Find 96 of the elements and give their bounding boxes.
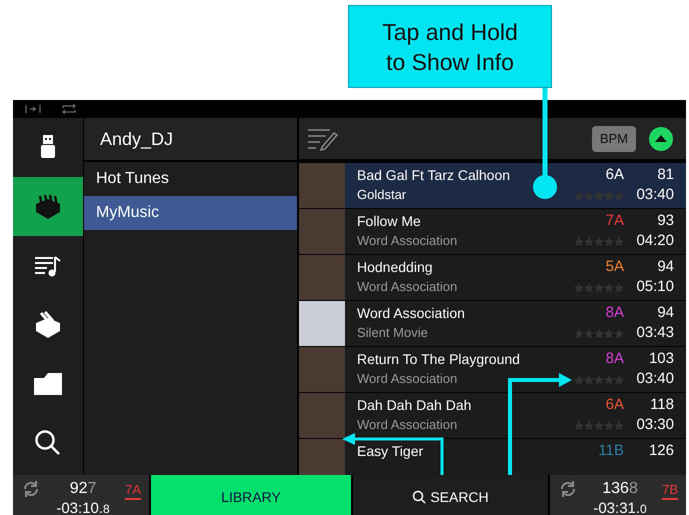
album-art xyxy=(299,255,345,300)
track-row[interactable]: Follow Me Word Association 7A 93 04:20 xyxy=(299,209,686,254)
track-title: Easy Tiger xyxy=(357,442,424,461)
track-bpm: 94 xyxy=(657,303,674,323)
track-bpm: 103 xyxy=(648,349,674,369)
track-artist: Word Association xyxy=(357,232,458,250)
album-art xyxy=(299,347,345,392)
star-icon xyxy=(574,375,584,385)
usb-drive-icon xyxy=(40,134,56,160)
library-tab[interactable]: LIBRARY xyxy=(151,475,351,515)
star-icon xyxy=(604,375,614,385)
star-icon xyxy=(574,237,584,247)
track-key: 5A xyxy=(606,257,624,277)
track-duration: 03:40 xyxy=(636,185,674,205)
album-art xyxy=(299,209,345,254)
track-key: 8A xyxy=(606,303,624,323)
star-icon xyxy=(594,329,604,339)
search-tab[interactable]: SEARCH xyxy=(353,475,548,515)
track-title: Bad Gal Ft Tarz Calhoon xyxy=(357,166,512,185)
star-icon xyxy=(594,283,604,293)
star-icon xyxy=(584,329,594,339)
repeat-icon xyxy=(61,104,77,114)
track-duration: 05:10 xyxy=(636,277,674,297)
track-row[interactable]: Dah Dah Dah Dah Word Association 6A 118 03:30 xyxy=(299,393,686,438)
track-bpm: 93 xyxy=(657,211,674,231)
star-icon xyxy=(574,329,584,339)
track-title: Follow Me xyxy=(357,212,422,231)
track-key: 6A xyxy=(606,395,624,415)
track-artist: Word Association xyxy=(357,416,458,434)
track-key: 6A xyxy=(606,165,624,185)
album-art xyxy=(299,393,345,438)
time-display: -03:10.8 xyxy=(56,499,110,515)
track-duration: 03:30 xyxy=(636,415,674,435)
panel-header: Andy_DJ xyxy=(84,118,297,162)
star-icon xyxy=(584,283,594,293)
star-icon xyxy=(604,237,614,247)
star-icon xyxy=(614,421,624,431)
callout-box: Tap and Hold to Show Info xyxy=(348,5,552,88)
track-row[interactable]: Easy Tiger 11B 126 xyxy=(299,439,686,475)
track-bpm: 94 xyxy=(657,257,674,277)
track-duration: 04:20 xyxy=(636,231,674,251)
track-artist: Silent Movie xyxy=(357,324,429,342)
search-icon xyxy=(34,428,62,456)
key-display: 7A xyxy=(125,482,141,500)
star-icon xyxy=(614,283,624,293)
status-icon xyxy=(25,105,41,113)
star-icon xyxy=(584,237,594,247)
star-icon xyxy=(594,421,604,431)
track-artist: Goldstar xyxy=(357,186,408,204)
star-icon xyxy=(614,237,624,247)
star-icon xyxy=(584,375,594,385)
folder-icon xyxy=(34,372,62,394)
star-icon xyxy=(594,237,604,247)
sync-icon xyxy=(558,479,578,499)
bpm-display: 927 xyxy=(70,479,96,499)
album-art xyxy=(299,301,345,346)
track-title: Hodnedding xyxy=(357,258,434,277)
track-title: Return To The Playground xyxy=(357,350,521,369)
track-row[interactable]: Word Association Silent Movie 8A 94 03:43 xyxy=(299,301,686,346)
sort-button[interactable]: BPM xyxy=(592,126,636,152)
track-title: Dah Dah Dah Dah xyxy=(357,396,472,415)
track-key: 11B xyxy=(598,441,624,461)
star-icon xyxy=(604,421,614,431)
sync-icon xyxy=(21,479,41,499)
track-bpm: 81 xyxy=(657,165,674,185)
star-icon xyxy=(574,421,584,431)
sort-ascending-icon[interactable] xyxy=(648,126,674,152)
bpm-display: 1368 xyxy=(602,479,638,499)
star-icon xyxy=(604,329,614,339)
track-bpm: 126 xyxy=(648,441,674,461)
star-icon xyxy=(604,283,614,293)
star-icon xyxy=(594,375,604,385)
edit-list-icon xyxy=(307,126,339,150)
track-key: 8A xyxy=(606,349,624,369)
star-icon xyxy=(614,329,624,339)
track-key: 7A xyxy=(606,211,624,231)
star-icon xyxy=(574,283,584,293)
track-artist: Word Association xyxy=(357,278,458,296)
star-icon xyxy=(584,421,594,431)
track-row[interactable]: Bad Gal Ft Tarz Calhoon Goldstar 6A 81 03:40 xyxy=(299,163,686,208)
key-display: 7B xyxy=(662,482,678,500)
track-title: Word Association xyxy=(357,304,466,323)
track-duration: 03:40 xyxy=(636,369,674,389)
track-bpm: 118 xyxy=(650,395,674,415)
search-icon xyxy=(412,490,426,504)
track-row[interactable]: Return To The Playground Word Association 8A 103 03:40 xyxy=(299,347,686,392)
time-display: -03:31.0 xyxy=(593,499,647,515)
crate-box-icon xyxy=(33,310,63,340)
crate-item[interactable]: MyMusic xyxy=(84,196,297,230)
star-icon xyxy=(614,375,624,385)
album-art xyxy=(299,163,345,208)
album-art xyxy=(299,439,345,475)
track-artist: Word Association xyxy=(357,370,458,388)
track-row[interactable]: Hodnedding Word Association 5A 94 05:10 xyxy=(299,255,686,300)
track-duration: 03:43 xyxy=(636,323,674,343)
crate-item[interactable]: Hot Tunes xyxy=(84,162,297,196)
